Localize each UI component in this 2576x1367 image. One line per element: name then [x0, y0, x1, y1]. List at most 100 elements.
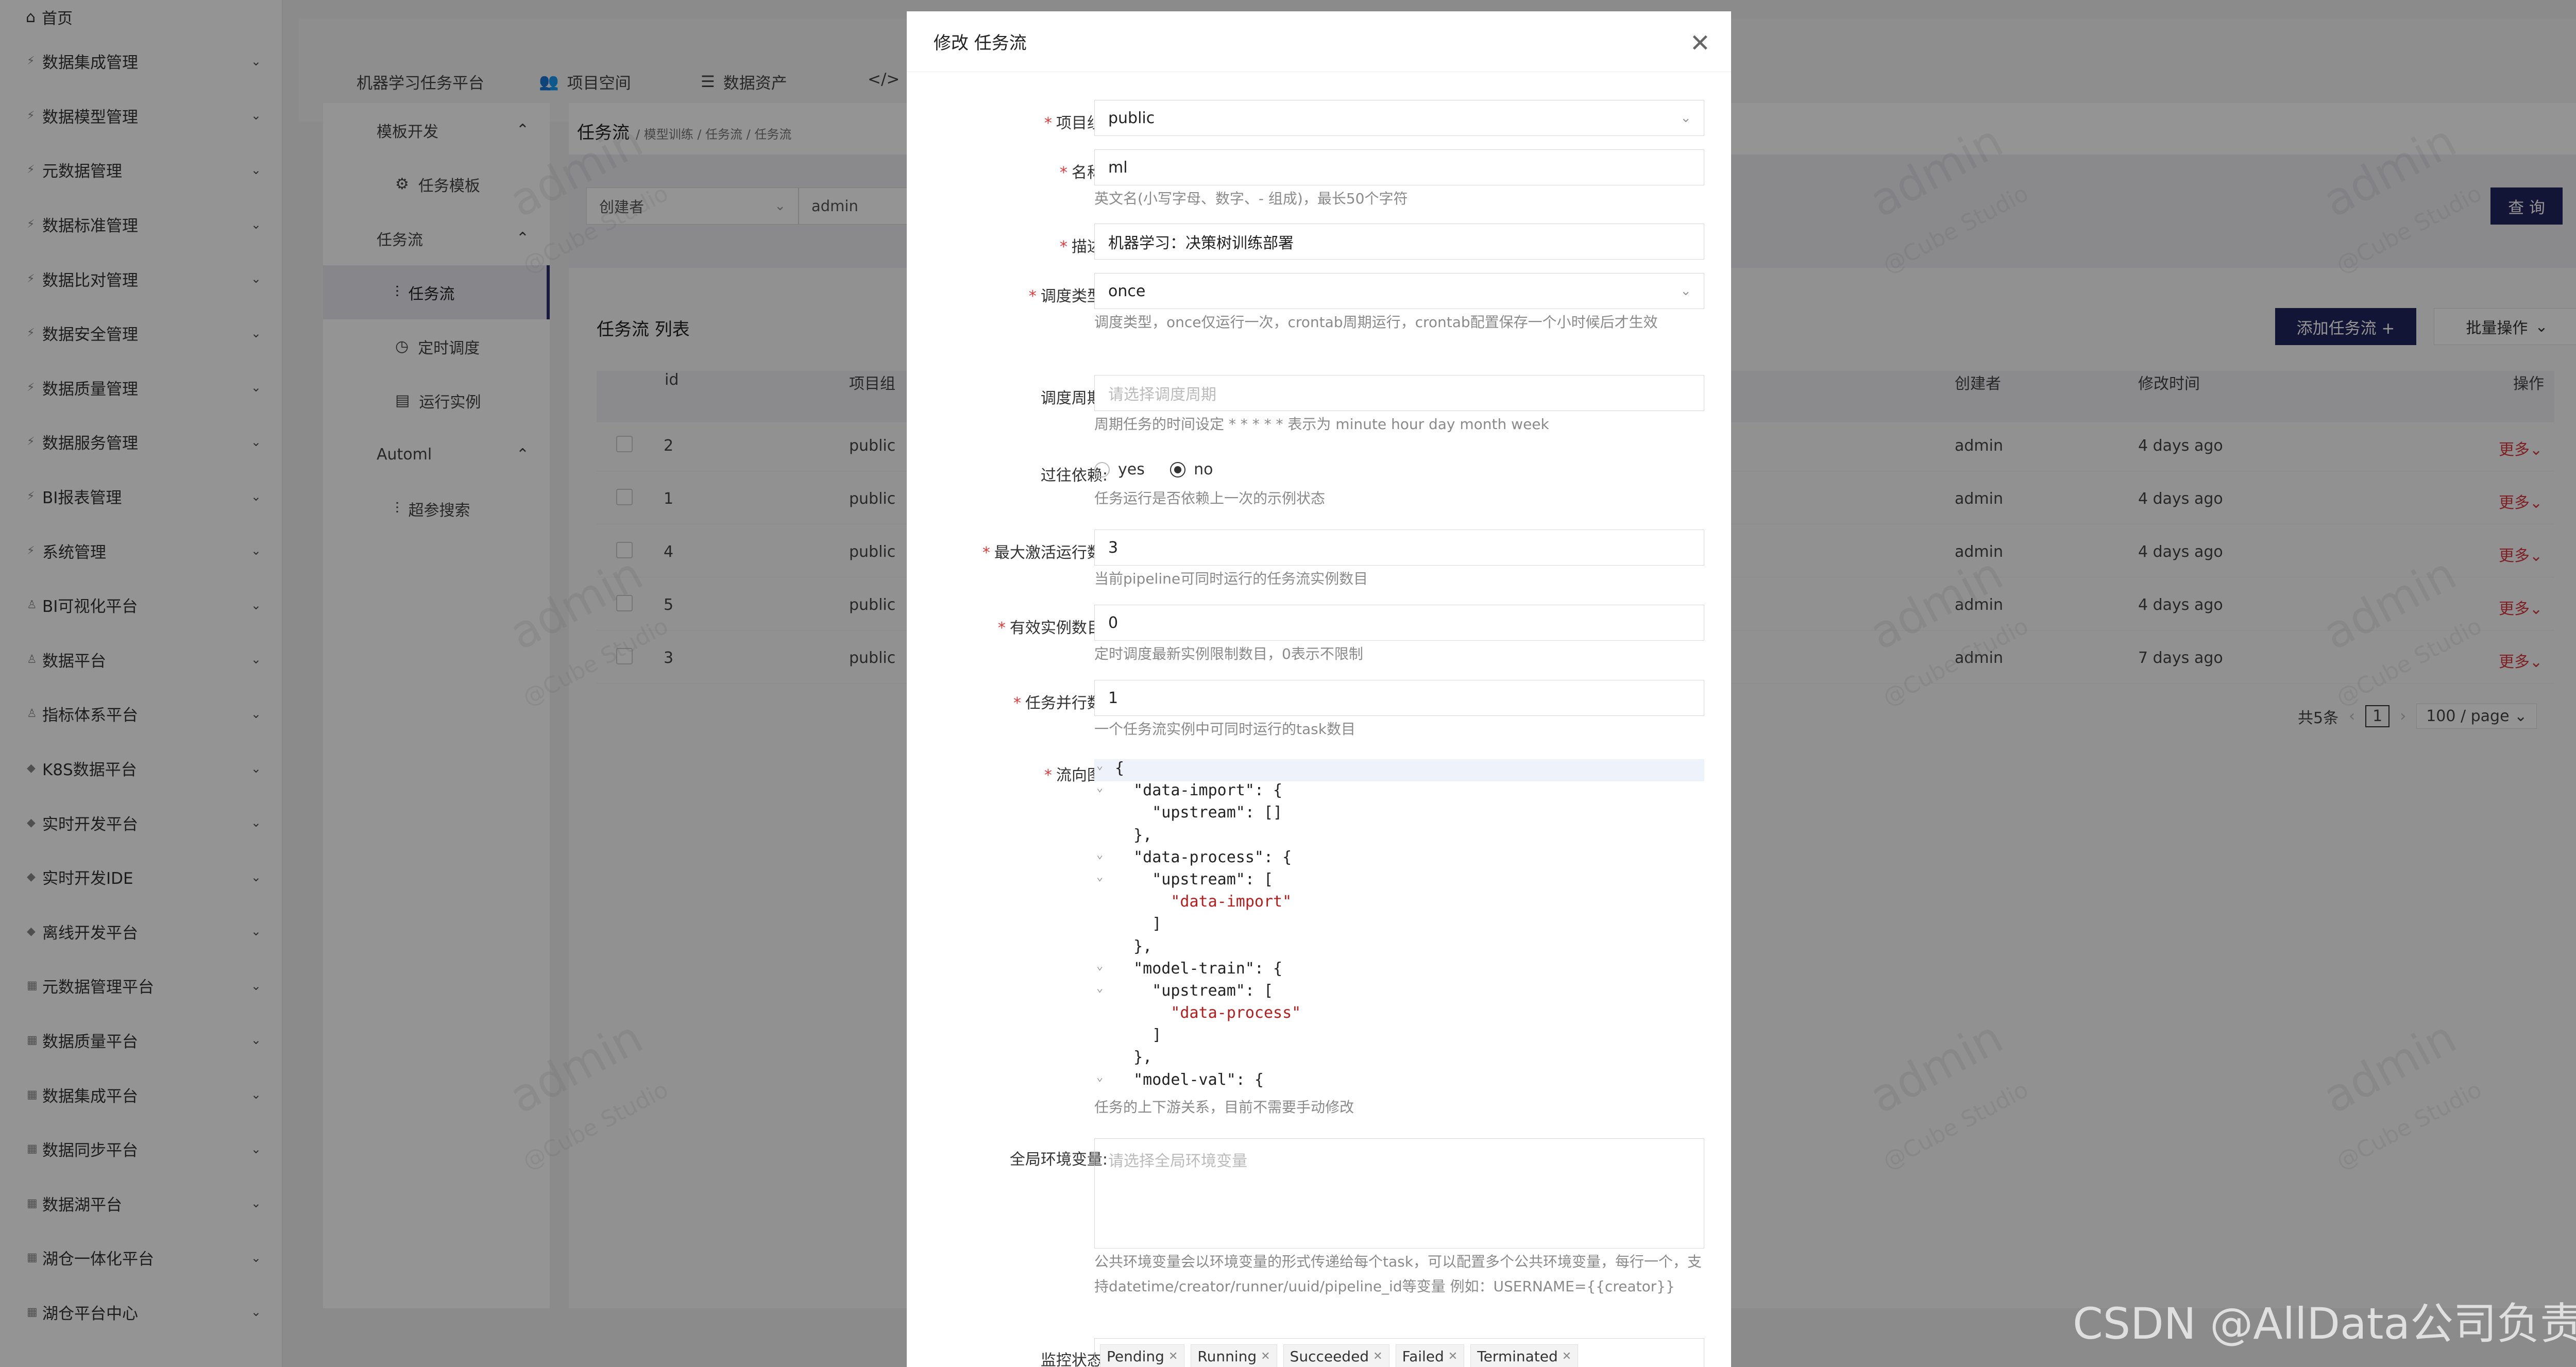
edit-pipeline-modal: 修改 任务流 ✕ * 项目组: public ⌄ * 名称: ml 英文名(小写字母、… [907, 11, 1731, 1367]
depends-radio-group: yes no [1094, 460, 1233, 481]
code-line: "upstream": [] [1094, 804, 1704, 826]
label-text: 全局环境变量: [1009, 1151, 1108, 1169]
code-line: }, [1094, 826, 1704, 848]
code-line: ⌄ "data-process": { [1094, 848, 1704, 870]
code-line: ⌄ "upstream": [ [1094, 982, 1704, 1004]
radio-no[interactable]: no [1170, 460, 1213, 479]
code-text: ] [1115, 915, 1162, 933]
global-env-textarea[interactable]: 请选择全局环境变量 [1094, 1138, 1704, 1249]
desc-input[interactable]: 机器学习：决策树训练部署 [1094, 224, 1704, 260]
dag-json-editor[interactable]: ⌄{⌄ "data-import": { "upstream": [] }, ⌄ … [1094, 759, 1704, 1094]
code-text: "upstream": [ [1115, 981, 1274, 1000]
max-active-runs-input[interactable]: 3 [1094, 529, 1704, 566]
code-text: "model-val": { [1115, 1070, 1264, 1089]
fold-chevron-icon[interactable]: ⌄ [1096, 759, 1103, 772]
code-line: ⌄ "data-import": { [1094, 781, 1704, 804]
max-active-runs-help: 当前pipeline可同时运行的任务流实例数目 [1094, 570, 1368, 587]
code-text: "data-process" [1115, 1004, 1301, 1022]
schedule-type-value: once [1108, 282, 1146, 300]
field-label: * 最大激活运行数: [982, 544, 1108, 562]
close-icon[interactable]: ✕ [1168, 1350, 1178, 1363]
status-tag: Succeeded ✕ [1283, 1344, 1389, 1367]
max-active-runs-value: 3 [1108, 538, 1118, 557]
fold-chevron-icon[interactable]: ⌄ [1096, 982, 1103, 995]
schedule-type-help: 调度类型，once仅运行一次，crontab周期运行，crontab配置保存一个… [1094, 314, 1658, 331]
radio-yes[interactable]: yes [1094, 460, 1145, 479]
tag-label: Failed [1402, 1347, 1444, 1365]
tag-label: Running [1197, 1347, 1257, 1365]
code-line: "data-import" [1094, 893, 1704, 915]
desc-value: 机器学习：决策树训练部署 [1108, 234, 1294, 252]
tag-label: Pending [1107, 1347, 1164, 1365]
tag-label: Succeeded [1290, 1347, 1369, 1365]
code-text: "model-train": { [1115, 959, 1283, 978]
schedule-cycle-input[interactable]: 请选择调度周期 [1094, 375, 1704, 411]
code-text: }, [1115, 937, 1153, 955]
radio-circle-checked [1170, 462, 1186, 477]
fold-chevron-icon[interactable]: ⌄ [1096, 870, 1103, 883]
label-text: 最大激活运行数: [994, 544, 1108, 562]
close-icon[interactable]: ✕ [1448, 1350, 1458, 1363]
name-input[interactable]: ml [1094, 149, 1704, 185]
code-line: ⌄{ [1094, 759, 1704, 782]
code-text: { [1115, 759, 1125, 777]
fold-chevron-icon[interactable]: ⌄ [1096, 960, 1103, 972]
tag-label: Terminated [1477, 1347, 1558, 1365]
radio-label: yes [1118, 460, 1145, 479]
project-group-select[interactable]: public ⌄ [1094, 100, 1704, 136]
parallelism-help: 一个任务流实例中可同时运行的task数目 [1094, 721, 1355, 738]
code-line: }, [1094, 1048, 1704, 1070]
alert-status-select[interactable]: Pending ✕ Running ✕ Succeeded ✕ Failed ✕ Termina… [1094, 1338, 1704, 1367]
close-icon[interactable]: ✕ [1562, 1350, 1571, 1363]
code-line: }, [1094, 937, 1704, 960]
dag-json-help: 任务的上下游关系，目前不需要手动修改 [1094, 1099, 1354, 1116]
name-help: 英文名(小写字母、数字、- 组成)，最长50个字符 [1094, 190, 1408, 207]
global-env-placeholder: 请选择全局环境变量 [1108, 1152, 1247, 1170]
chevron-down-icon: ⌄ [1680, 283, 1691, 299]
code-line: ] [1094, 1026, 1704, 1048]
parallelism-input[interactable]: 1 [1094, 680, 1704, 716]
code-line: ⌄ "model-train": { [1094, 960, 1704, 982]
code-text: }, [1115, 1048, 1153, 1067]
code-line: "data-process" [1094, 1004, 1704, 1026]
fold-chevron-icon[interactable]: ⌄ [1096, 781, 1103, 794]
csdn-watermark: CSDN @AllData公司负责人 [2073, 1298, 2576, 1349]
code-text: "data-import" [1115, 893, 1292, 911]
code-text: "data-import": { [1115, 781, 1283, 800]
schedule-type-select[interactable]: once ⌄ [1094, 273, 1704, 309]
expired-limit-value: 0 [1108, 613, 1118, 632]
global-env-help: 公共环境变量会以环境变量的形式传递给每个task，可以配置多个公共环境变量，每行… [1094, 1253, 1702, 1295]
status-tag: Failed ✕ [1395, 1344, 1465, 1367]
radio-circle [1094, 462, 1110, 477]
fold-chevron-icon[interactable]: ⌄ [1096, 848, 1103, 861]
code-line: ⌄ "upstream": [ [1094, 870, 1704, 893]
expired-limit-input[interactable]: 0 [1094, 605, 1704, 641]
code-text: "data-process": { [1115, 848, 1292, 866]
label-text: 有效实例数目: [1009, 619, 1108, 637]
status-tag: Terminated ✕ [1470, 1344, 1579, 1367]
code-text: "upstream": [] [1115, 804, 1283, 822]
status-tag: Pending ✕ [1100, 1344, 1185, 1367]
modal-title: 修改 任务流 [934, 33, 1027, 54]
project-group-value: public [1108, 109, 1155, 127]
field-label: 全局环境变量: [1010, 1147, 1108, 1169]
modal-header: 修改 任务流 [907, 11, 1731, 72]
parallelism-value: 1 [1108, 689, 1118, 707]
close-icon[interactable]: ✕ [1261, 1350, 1270, 1363]
expired-limit-help: 定时调度最新实例限制数目，0表示不限制 [1094, 645, 1363, 662]
code-line: ] [1094, 915, 1704, 937]
code-text: }, [1115, 826, 1153, 844]
code-text: ] [1115, 1026, 1162, 1045]
field-label: * 任务并行数: [1013, 694, 1108, 712]
schedule-cycle-placeholder: 请选择调度周期 [1108, 386, 1216, 404]
fold-chevron-icon[interactable]: ⌄ [1096, 1071, 1103, 1084]
name-value: ml [1108, 158, 1128, 177]
chevron-down-icon: ⌄ [1680, 110, 1691, 126]
schedule-cycle-help: 周期任务的时间设定 * * * * * 表示为 minute hour day … [1094, 416, 1549, 433]
close-icon[interactable]: ✕ [1690, 29, 1710, 58]
radio-label: no [1194, 460, 1213, 479]
code-text: "upstream": [ [1115, 870, 1274, 888]
close-icon[interactable]: ✕ [1373, 1350, 1382, 1363]
depends-help: 任务运行是否依赖上一次的示例状态 [1094, 490, 1326, 507]
status-tag: Running ✕ [1191, 1344, 1277, 1367]
